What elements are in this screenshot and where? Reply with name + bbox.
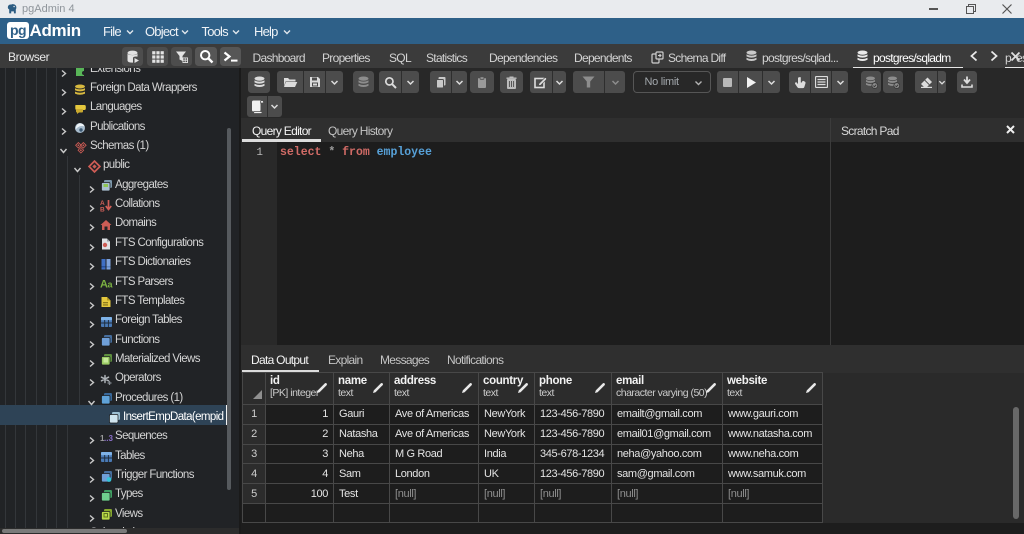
svg-text:..3: ..3	[104, 434, 113, 443]
svg-text:a: a	[108, 280, 114, 290]
svg-text:B: B	[100, 206, 105, 212]
